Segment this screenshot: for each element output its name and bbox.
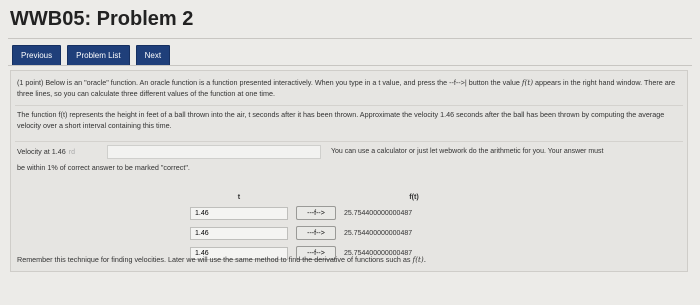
footer-text: Remember this technique for finding velo… <box>17 255 411 264</box>
evaluate-button[interactable]: ---f--> <box>296 226 336 240</box>
description-paragraph: The function f(t) represents the height … <box>17 109 677 131</box>
f-output: 25.754400000000487 <box>344 229 413 237</box>
problem-panel: (1 point) Below is an "oracle" function.… <box>10 70 688 272</box>
column-header-f: f(t) <box>409 191 419 201</box>
next-button[interactable]: Next <box>135 45 171 66</box>
t-input[interactable] <box>190 206 288 220</box>
velocity-label-text: Velocity at 1.46 <box>17 147 66 156</box>
table-row: ---f--> 25.754400000000487 <box>186 203 488 223</box>
page-title: WWB05: Problem 2 <box>10 8 194 30</box>
velocity-answer-input[interactable] <box>107 145 321 159</box>
column-header-spacer <box>292 189 340 203</box>
problem-nav: Previous Problem List Next <box>12 45 171 66</box>
velocity-label: Velocity at 1.46 rd <box>17 147 75 156</box>
footer-note: Remember this technique for finding velo… <box>17 255 426 264</box>
intro-text-a: (1 point) Below is an "oracle" function.… <box>17 78 520 87</box>
f-output: 25.754400000000487 <box>344 209 413 217</box>
problem-list-button[interactable]: Problem List <box>67 45 130 66</box>
tolerance-note: be within 1% of correct answer to be mar… <box>17 163 190 172</box>
answer-preview-mark: rd <box>68 149 75 156</box>
evaluate-button[interactable]: ---f--> <box>296 206 336 220</box>
oracle-table: t f(t) ---f--> 25.754400000000487 ---f--… <box>186 189 488 263</box>
t-input[interactable] <box>190 226 288 240</box>
title-divider <box>8 38 692 39</box>
intro-function: f(t) <box>521 78 534 87</box>
intro-paragraph: (1 point) Below is an "oracle" function.… <box>17 77 677 99</box>
calculator-note: You can use a calculator or just let web… <box>331 148 604 155</box>
previous-button[interactable]: Previous <box>12 45 62 66</box>
footer-function: f(t). <box>412 255 426 264</box>
table-row: ---f--> 25.754400000000487 <box>186 223 488 243</box>
paragraph-divider <box>15 105 683 106</box>
paragraph-divider <box>15 141 683 142</box>
column-header-t: t <box>237 191 241 201</box>
nav-divider <box>8 65 692 66</box>
description-text-a: The function f(t) represents the height … <box>17 110 525 119</box>
